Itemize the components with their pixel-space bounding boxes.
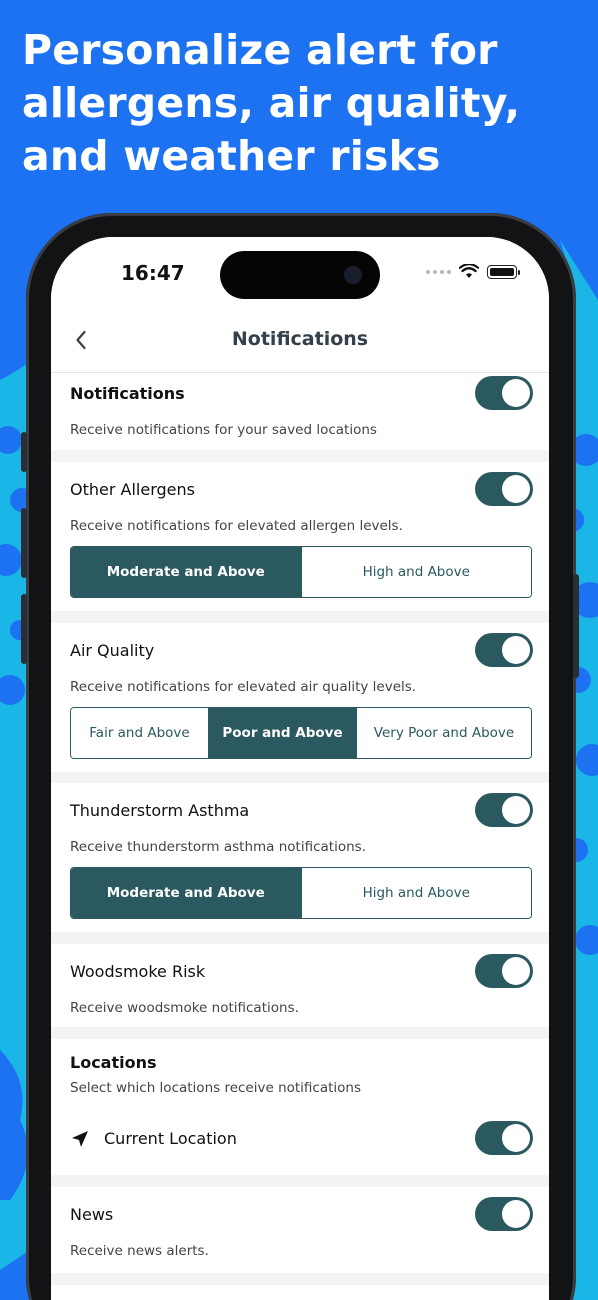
option-moderate-and-above[interactable]: Moderate and Above [71,868,302,918]
notifications-toggle[interactable] [475,376,533,410]
location-arrow-icon [72,1131,88,1147]
toggle-knob [502,796,530,824]
news-description: Receive news alerts. [70,1243,209,1259]
woodsmoke-section: Woodsmoke Risk Receive woodsmoke notific… [51,944,549,1027]
notifications-section: Notifications Receive notifications for … [51,373,549,450]
other-allergens-level-selector: Moderate and Above High and Above [70,546,532,598]
toggle-knob [502,957,530,985]
promo-headline: Personalize alert for allergens, air qua… [22,26,521,180]
status-icons [426,264,520,279]
thunderstorm-asthma-section: Thunderstorm Asthma Receive thunderstorm… [51,783,549,932]
wifi-icon [459,264,479,278]
battery-icon [487,264,520,279]
thunderstorm-asthma-toggle[interactable] [475,793,533,827]
next-section-partial [51,1285,549,1300]
status-time: 16:47 [121,261,185,285]
current-location-toggle[interactable] [475,1121,533,1155]
toggle-knob [502,1124,530,1152]
other-allergens-section: Other Allergens Receive notifications fo… [51,462,549,611]
air-quality-section: Air Quality Receive notifications for el… [51,623,549,772]
status-bar: 16:47 [51,237,549,309]
thunderstorm-asthma-level-selector: Moderate and Above High and Above [70,867,532,919]
air-quality-description: Receive notifications for elevated air q… [70,679,417,695]
thunderstorm-asthma-title: Thunderstorm Asthma [70,801,250,820]
thunderstorm-asthma-description: Receive thunderstorm asthma notification… [70,839,366,855]
option-moderate-and-above[interactable]: Moderate and Above [71,547,302,597]
notifications-title: Notifications [70,384,185,403]
option-fair-and-above[interactable]: Fair and Above [71,708,209,758]
notifications-description: Receive notifications for your saved loc… [70,422,377,438]
news-section: News Receive news alerts. [51,1187,549,1273]
navigation-bar: Notifications [51,309,549,373]
news-title: News [70,1205,114,1224]
locations-section: Locations Select which locations receive… [51,1039,549,1175]
camera-icon [344,266,362,284]
toggle-knob [502,636,530,664]
option-very-poor-and-above[interactable]: Very Poor and Above [357,708,531,758]
news-toggle[interactable] [475,1197,533,1231]
phone-power-button [573,574,579,678]
dynamic-island [220,251,380,299]
toggle-knob [502,379,530,407]
option-high-and-above[interactable]: High and Above [301,547,531,597]
other-allergens-title: Other Allergens [70,480,195,499]
locations-description: Select which locations receive notificat… [70,1080,362,1096]
app-screen: 16:47 Notifications Notifications Receiv… [51,237,549,1300]
toggle-knob [502,475,530,503]
option-poor-and-above[interactable]: Poor and Above [209,708,357,758]
toggle-knob [502,1200,530,1228]
option-high-and-above[interactable]: High and Above [301,868,531,918]
other-allergens-toggle[interactable] [475,472,533,506]
cellular-signal-icon [426,269,451,274]
air-quality-title: Air Quality [70,641,155,660]
page-title: Notifications [231,328,369,350]
location-label: Current Location [104,1129,237,1148]
phone-volume-up-button [21,508,27,578]
woodsmoke-title: Woodsmoke Risk [70,962,206,981]
phone-action-button [21,432,27,472]
woodsmoke-description: Receive woodsmoke notifications. [70,1000,299,1016]
air-quality-level-selector: Fair and Above Poor and Above Very Poor … [70,707,532,759]
locations-title: Locations [70,1053,157,1072]
air-quality-toggle[interactable] [475,633,533,667]
other-allergens-description: Receive notifications for elevated aller… [70,518,403,534]
woodsmoke-toggle[interactable] [475,954,533,988]
phone-volume-down-button [21,594,27,664]
